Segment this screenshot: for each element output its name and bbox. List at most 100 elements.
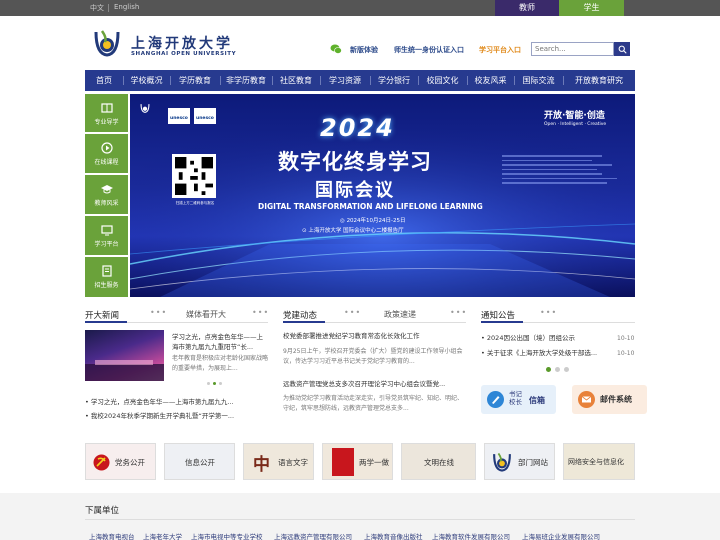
notice-section-title[interactable]: 通知公告 (481, 309, 515, 321)
search-input[interactable] (531, 42, 614, 56)
nav-alumni[interactable]: 校友风采 (467, 70, 514, 91)
top-bar: 中文 English 教师 学生 (0, 0, 720, 16)
sidebar-item-teachers[interactable]: 教师风采 (85, 175, 128, 214)
new-version-link[interactable]: 新版体验 (350, 45, 378, 55)
units-title: 下属单位 (85, 506, 120, 516)
banner-title-line1: 数字化终身学习 (278, 150, 432, 174)
nav-credit-bank[interactable]: 学分银行 (370, 70, 418, 91)
tile-two-studies[interactable]: 两学一做 (322, 443, 393, 480)
hero-banner[interactable]: unesco unesco 扫描上方二维码参与报名 2024 数字化终身学习 国… (130, 94, 635, 297)
unit-link[interactable]: 上海易班企业发展有限公司 (522, 531, 600, 540)
tile-department-sites[interactable]: 部门网站 (484, 443, 555, 480)
search-icon (618, 45, 627, 54)
email-system-label: 邮件系统 (600, 395, 632, 404)
tile-cybersecurity[interactable]: 网络安全与信息化 (563, 443, 635, 480)
mailbox-label-secretary: 书记 (509, 390, 522, 398)
notice-carousel-dots[interactable] (546, 367, 570, 373)
news-section-title[interactable]: 开大新闻 (85, 309, 119, 321)
tile-info-disclosure[interactable]: 信息公开 (164, 443, 235, 480)
banner-university-logo-icon (140, 104, 150, 113)
more-icon[interactable]: ••• (252, 308, 269, 317)
student-tab[interactable]: 学生 (559, 0, 624, 16)
banner-slogan-english: Open · Intelligent · Creative (544, 122, 607, 127)
party-summary-1: 9月25日上午，学校召开党委会（扩大）暨党的建设工作领导小组会议，传达学习习近平… (283, 348, 463, 365)
news-headline[interactable]: 学习之光，点亮金色年华——上海市第九届九九重阳节“长... (172, 332, 269, 352)
notice-item[interactable]: • 2024因公出国（境）团组公示 (481, 333, 609, 343)
nav-open-education-research[interactable]: 开放教育研究 (563, 70, 635, 91)
unified-auth-link[interactable]: 师生统一身份认证入口 (394, 45, 464, 55)
nav-learning-resources[interactable]: 学习资源 (320, 70, 370, 91)
party-summary-2: 为推动党纪学习教育活动走深走实，引导党员筑牢纪、知纪、明纪、守纪，筑牢思想防线，… (283, 395, 464, 412)
tile-label: 两学一做 (359, 458, 389, 467)
banner-venue-text: 上海开放大学 国际会议中心二楼报告厅 (308, 228, 404, 234)
nav-community-education[interactable]: 社区教育 (272, 70, 320, 91)
chinese-char-icon: 中 (253, 455, 270, 475)
unit-link[interactable]: 上海教育软件发展有限公司 (432, 531, 510, 540)
news-list-item[interactable]: • 我校2024年秋季学期新生开学典礼暨“开学第一... (85, 411, 268, 421)
president-mailbox-button[interactable]: 书记 校长 信箱 (481, 385, 556, 414)
unit-link[interactable]: 上海老年大学 (143, 531, 182, 540)
party-section-title[interactable]: 党建动态 (283, 309, 317, 321)
policy-tab[interactable]: 政策速递 (384, 309, 416, 320)
registration-qr-code (172, 154, 216, 198)
party-emblem-icon (93, 454, 110, 471)
nav-degree-education[interactable]: 学历教育 (170, 70, 220, 91)
wechat-icon[interactable] (330, 44, 342, 54)
unit-link[interactable]: 上海教育音像出版社 (364, 531, 423, 540)
document-icon (101, 265, 112, 277)
learning-platform-link[interactable]: 学习平台入口 (479, 45, 521, 55)
news-list-item[interactable]: • 学习之光，点亮金色年华——上海市第九届九九... (85, 397, 268, 407)
tile-label: 文明在线 (424, 458, 454, 467)
monitor-icon (100, 225, 113, 236)
main-nav: 首页 学校概况 学历教育 非学历教育 社区教育 学习资源 学分银行 校园文化 校… (85, 70, 635, 91)
banner-year: 2024 (320, 114, 395, 142)
unesco-logo: unesco (168, 108, 190, 124)
more-icon[interactable]: ••• (150, 308, 167, 317)
more-icon[interactable]: ••• (344, 308, 361, 317)
unit-link[interactable]: 上海远教资产管理有限公司 (274, 531, 352, 540)
tile-label: 部门网站 (518, 458, 548, 467)
tile-label: 网络安全与信息化 (568, 458, 624, 466)
unit-link[interactable]: 上海教育电视台 (89, 531, 135, 540)
nav-school-overview[interactable]: 学校概况 (123, 70, 170, 91)
university-logo-icon (493, 452, 511, 472)
active-tab-underline (85, 321, 127, 323)
lang-english-link[interactable]: English (114, 3, 139, 11)
party-headline-1[interactable]: 校党委部署推进党纪学习教育常态化长效化工作 (283, 331, 466, 341)
tile-party-affairs[interactable]: 党务公开 (85, 443, 156, 480)
nav-international[interactable]: 国际交流 (514, 70, 563, 91)
tile-language[interactable]: 中 语言文字 (243, 443, 314, 480)
logo-chinese-name: 上海开放大学 (131, 36, 233, 52)
unesco-text: unesco (170, 116, 188, 121)
notice-item[interactable]: • 关于征求《上海开放大学处级干部选... (481, 348, 609, 358)
news-thumbnail[interactable] (85, 330, 164, 381)
sidebar-item-learning-platform[interactable]: 学习平台 (85, 216, 128, 255)
sidebar-item-admissions[interactable]: 招生服务 (85, 257, 128, 297)
lang-chinese-link[interactable]: 中文 (90, 3, 104, 13)
sidebar-item-online-courses[interactable]: 在线课程 (85, 134, 128, 173)
notice-date: 10-10 (617, 335, 635, 342)
email-system-button[interactable]: 邮件系统 (572, 385, 647, 414)
party-headline-2[interactable]: 远教资产管理党总支多次召开理论学习中心组会议暨党... (283, 379, 466, 389)
teacher-tab[interactable]: 教师 (495, 0, 559, 16)
sidebar-item-label: 招生服务 (94, 282, 119, 289)
news-carousel-dots[interactable] (207, 382, 223, 387)
active-tab-underline (283, 321, 325, 323)
sidebar-item-label: 在线课程 (94, 159, 119, 166)
tile-civilization-online[interactable]: 文明在线 (401, 443, 476, 480)
banner-date-text: 2024年10月24日-25日 (346, 218, 406, 224)
nav-campus-culture[interactable]: 校园文化 (418, 70, 467, 91)
sidebar-item-major-guide[interactable]: 专业导学 (85, 94, 128, 132)
notice-item-text: 关于征求《上海开放大学处级干部选... (486, 349, 598, 357)
more-icon[interactable]: ••• (450, 308, 467, 317)
university-logo-icon[interactable] (93, 28, 121, 58)
nav-non-degree-education[interactable]: 非学历教育 (220, 70, 272, 91)
mailbox-label-2: 信箱 (529, 396, 545, 405)
unit-link[interactable]: 上海市电视中等专业学校 (191, 531, 263, 540)
graduation-cap-icon (100, 185, 113, 194)
more-icon[interactable]: ••• (540, 308, 557, 317)
search-button[interactable] (614, 42, 630, 56)
nav-home[interactable]: 首页 (85, 70, 123, 91)
media-tab[interactable]: 媒体看开大 (186, 309, 226, 320)
tile-label: 信息公开 (185, 458, 215, 467)
